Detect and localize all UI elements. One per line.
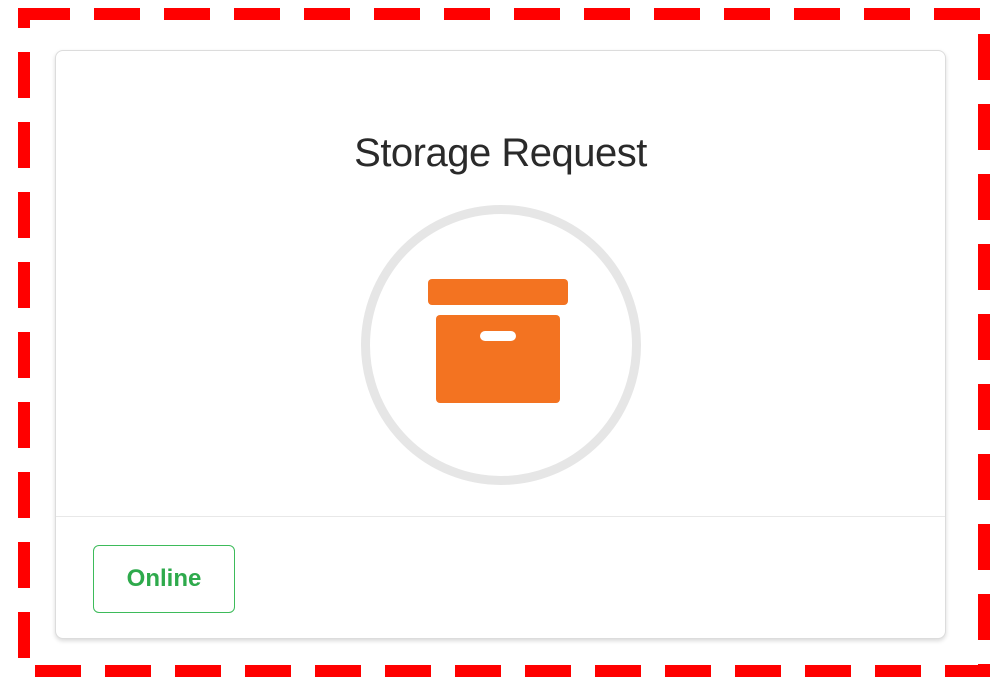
card-title: Storage Request [354,131,647,175]
archive-box-icon [428,279,568,403]
status-badge-online[interactable]: Online [93,545,235,613]
card-divider [56,516,945,517]
storage-request-card[interactable]: Storage Request Online [55,50,946,639]
